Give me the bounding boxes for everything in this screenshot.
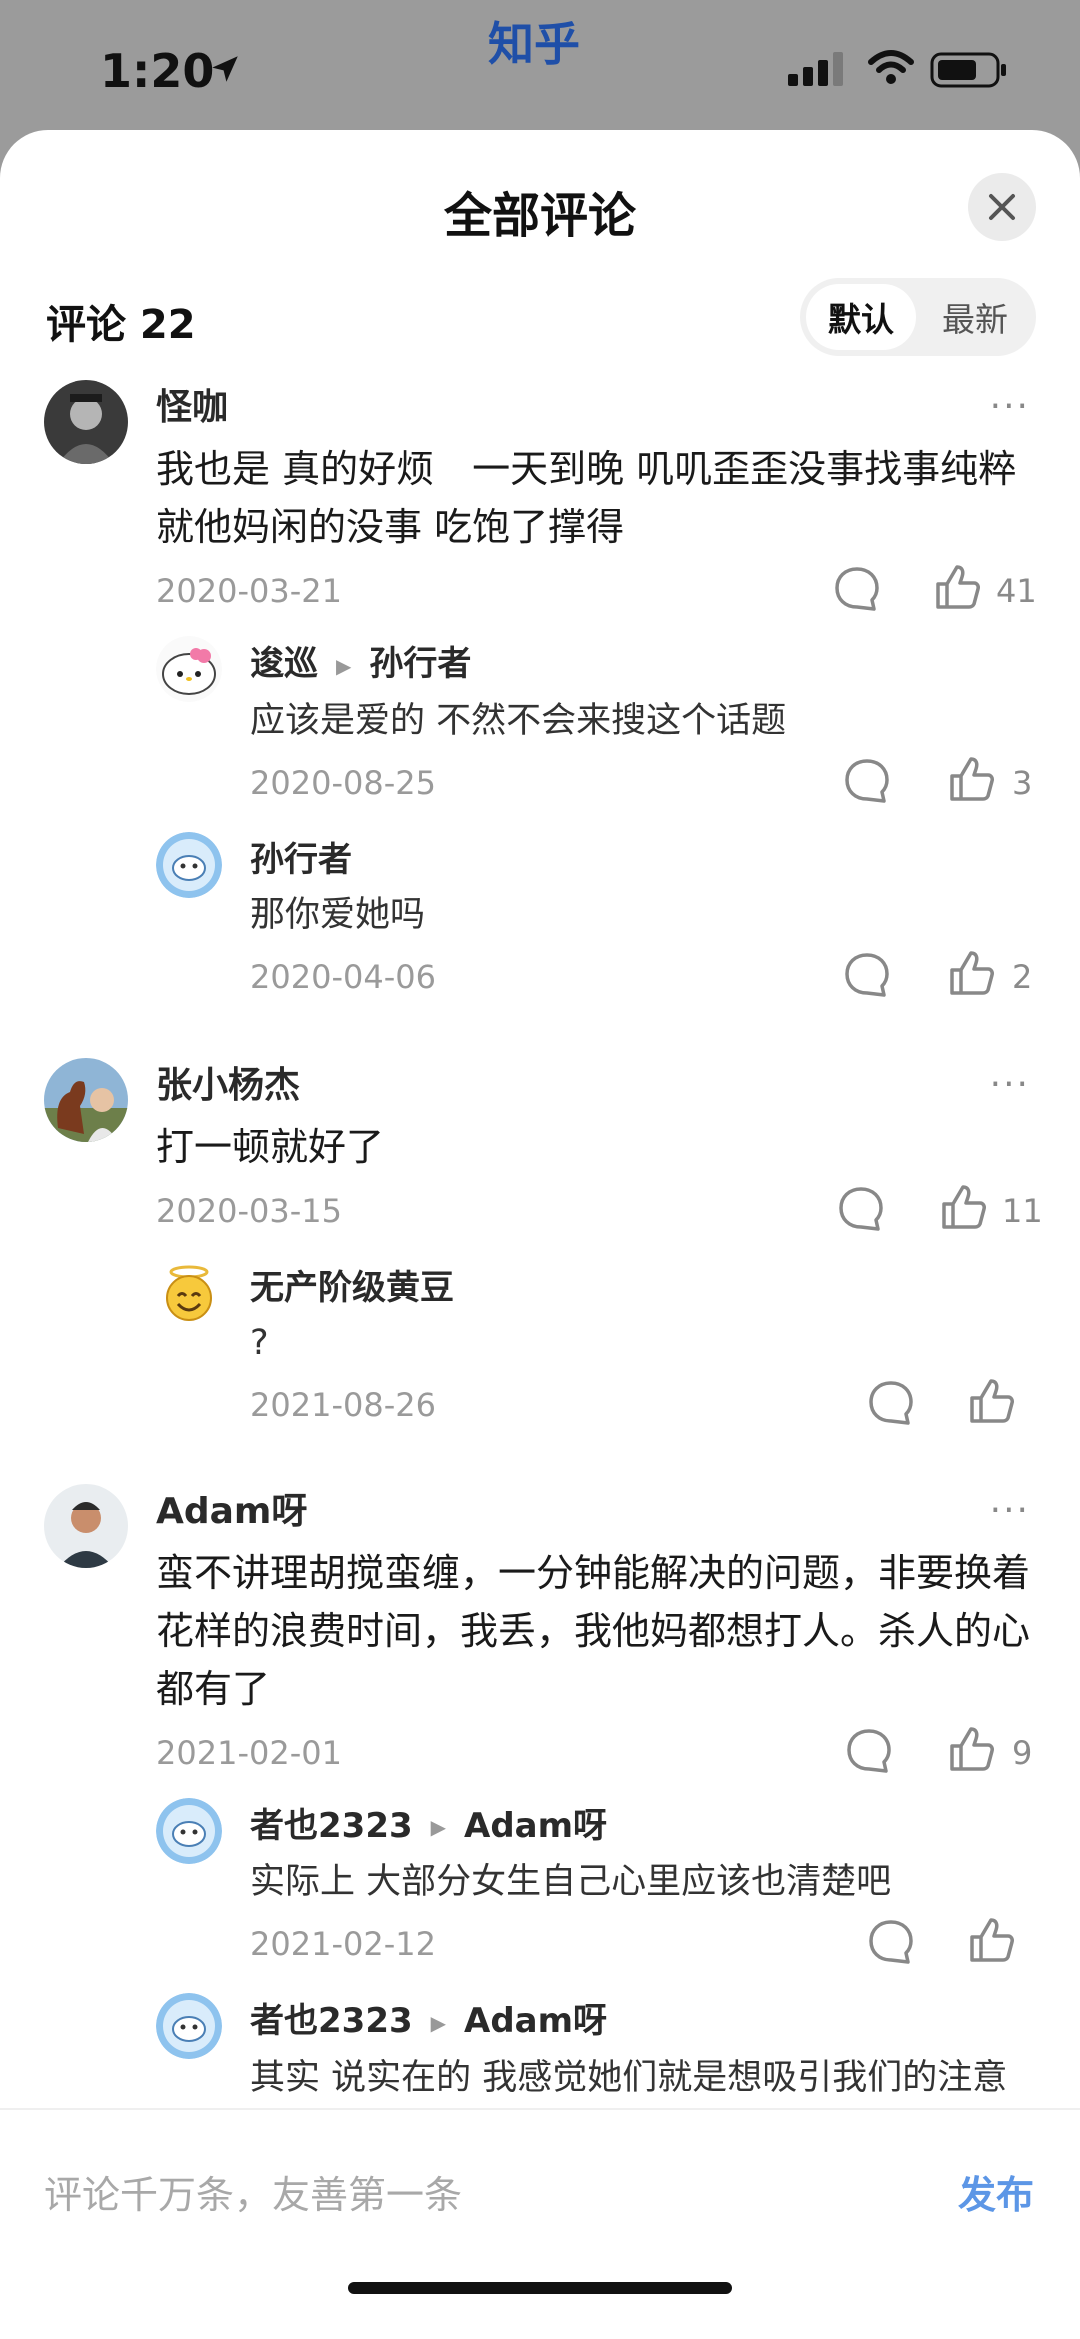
comment-meta: 2020-03-15 11 — [156, 1178, 1043, 1246]
reply-target[interactable]: 孙行者 — [369, 644, 471, 684]
comment-text: 实际上 大部分女生自己心里应该也清楚吧 — [250, 1862, 892, 1902]
comment-author[interactable]: 孙行者 — [250, 832, 1030, 884]
comment-meta: 2021-08-26 — [250, 1372, 1030, 1440]
reply-icon[interactable] — [866, 1378, 916, 1428]
reply-icon[interactable] — [832, 564, 882, 614]
comment-meta: 2020-08-25 3 — [250, 750, 1033, 818]
more-icon[interactable]: ··· — [990, 386, 1030, 427]
like-icon[interactable] — [966, 1376, 1016, 1426]
like-count: 2 — [1012, 957, 1033, 996]
comment-text: 那你爱她吗 — [250, 894, 426, 935]
app-name: 知乎 — [488, 17, 580, 71]
comment-author[interactable]: 怪咖 — [156, 380, 1030, 432]
reply-author[interactable]: 者也2323 — [250, 2001, 413, 2041]
comment-date: 2020-04-06 — [250, 957, 436, 996]
comment-author[interactable]: 无产阶级黄豆 — [250, 1260, 1030, 1312]
comment-meta: 2021-02-12 — [250, 1911, 1030, 1979]
like-icon[interactable] — [946, 754, 996, 804]
avatar[interactable] — [156, 831, 222, 898]
comment-text: 应该是爱的 不然不会来搜这个话题 — [250, 700, 787, 741]
comment-date: 2021-02-01 — [156, 1733, 342, 1772]
comment-item: 张小杨杰 ··· 打一顿就好了 2020-03-15 11 — [0, 1057, 1080, 1246]
comment-author[interactable]: 张小杨杰 — [156, 1058, 1030, 1110]
like-count: 11 — [1002, 1191, 1043, 1230]
comment-date: 2020-03-15 — [156, 1191, 342, 1230]
comment-date: 2020-08-25 — [250, 763, 436, 802]
reply-item: 者也2323 ▶ Adam呀 实际上 大部分女生自己心里应该也清楚吧 2021-02… — [0, 1797, 1080, 1980]
publish-button[interactable]: 发布 — [958, 2164, 1034, 2219]
reply-item: 逡巡 ▶ 孙行者 应该是爱的 不然不会来搜这个话题 2020-08-25 3 — [0, 636, 1080, 818]
comment-text: 打一顿就好了 — [156, 1124, 385, 1169]
comment-meta: 2021-02-01 9 — [156, 1720, 1033, 1788]
reply-target[interactable]: Adam呀 — [464, 1806, 607, 1846]
status-time: 1:20 — [100, 44, 215, 98]
reply-author[interactable]: 者也2323 — [250, 1806, 413, 1846]
reply-author[interactable]: 逡巡 — [250, 644, 318, 684]
comment-input[interactable]: 评论千万条，友善第一条 — [44, 2164, 462, 2219]
comment-meta: 2020-03-21 41 — [156, 558, 1037, 626]
reply-arrow-icon: ▶ — [336, 653, 352, 678]
comment-meta: 2020-04-06 2 — [250, 944, 1033, 1012]
battery-icon — [930, 52, 1006, 88]
reply-arrow-icon: ▶ — [430, 1815, 447, 1839]
comment-author: 逡巡 ▶ 孙行者 — [250, 636, 1030, 690]
avatar[interactable] — [156, 1797, 222, 1864]
home-indicator[interactable] — [348, 2282, 732, 2294]
reply-item: 无产阶级黄豆 ? 2021-08-26 — [0, 1259, 1080, 1440]
reply-item: 孙行者 那你爱她吗 2020-04-06 2 — [0, 831, 1080, 1012]
like-count: 3 — [1012, 763, 1033, 802]
like-count: 41 — [996, 572, 1037, 610]
comment-author[interactable]: Adam呀 — [156, 1484, 1030, 1536]
comment-text: ? — [250, 1322, 269, 1363]
avatar[interactable] — [44, 1057, 128, 1142]
comment-text: 我也是 真的好烦 一天到晚 叽叽歪歪没事找事纯粹就他妈闲的没事 吃饱了撑得 — [156, 447, 1017, 549]
like-icon[interactable] — [932, 562, 982, 612]
reply-icon[interactable] — [842, 756, 892, 806]
avatar[interactable] — [44, 380, 128, 464]
comments-sheet: 全部评论 评论 22 默认 最新 怪咖 ··· 我也是 真的好烦 一天到晚 叽叽… — [0, 130, 1080, 2337]
comment-count: 评论 22 — [46, 302, 196, 348]
sort-toggle: 默认 最新 — [800, 278, 1036, 356]
reply-icon[interactable] — [844, 1726, 894, 1776]
comment-author: 者也2323 ▶ Adam呀 — [250, 1798, 1030, 1852]
sort-default-tab[interactable]: 默认 — [806, 284, 916, 350]
like-count: 9 — [1012, 1733, 1033, 1772]
like-icon[interactable] — [938, 1182, 988, 1232]
comment-date: 2020-03-21 — [156, 572, 342, 610]
comment-date: 2021-08-26 — [250, 1385, 436, 1424]
status-bar: 1:20 知乎 — [0, 0, 1080, 130]
avatar[interactable] — [156, 1259, 222, 1326]
more-icon[interactable]: ··· — [990, 1490, 1030, 1531]
reply-icon[interactable] — [836, 1184, 886, 1234]
avatar[interactable] — [156, 1993, 222, 2059]
comment-author: 者也2323 ▶ Adam呀 — [250, 1993, 1030, 2047]
avatar[interactable] — [156, 636, 222, 702]
like-icon[interactable] — [946, 948, 996, 998]
location-arrow-icon — [212, 56, 238, 82]
close-icon — [989, 194, 1015, 220]
comment-list: 怪咖 ··· 我也是 真的好烦 一天到晚 叽叽歪歪没事找事纯粹就他妈闲的没事 吃… — [0, 380, 1080, 2240]
reply-target[interactable]: Adam呀 — [464, 2001, 607, 2041]
wifi-icon — [868, 50, 914, 84]
comment-item: Adam呀 ··· 蛮不讲理胡搅蛮缠，一分钟能解决的问题，非要换着花样的浪费时间… — [0, 1483, 1080, 1788]
reply-icon[interactable] — [842, 950, 892, 1000]
close-button[interactable] — [968, 173, 1036, 241]
reply-arrow-icon: ▶ — [430, 2010, 447, 2035]
sort-latest-tab[interactable]: 最新 — [920, 284, 1030, 350]
like-icon[interactable] — [966, 1915, 1016, 1965]
like-icon[interactable] — [946, 1724, 996, 1774]
comment-composer: 评论千万条，友善第一条 发布 — [0, 2108, 1080, 2339]
comment-text: 蛮不讲理胡搅蛮缠，一分钟能解决的问题，非要换着花样的浪费时间，我丢，我他妈都想打… — [156, 1550, 1031, 1711]
sheet-title: 全部评论 — [443, 188, 636, 244]
reply-icon[interactable] — [866, 1917, 916, 1967]
signal-icon — [788, 52, 843, 86]
comment-date: 2021-02-12 — [250, 1925, 436, 1963]
more-icon[interactable]: ··· — [990, 1064, 1030, 1105]
comment-item: 怪咖 ··· 我也是 真的好烦 一天到晚 叽叽歪歪没事找事纯粹就他妈闲的没事 吃… — [0, 380, 1080, 626]
avatar[interactable] — [44, 1483, 128, 1568]
